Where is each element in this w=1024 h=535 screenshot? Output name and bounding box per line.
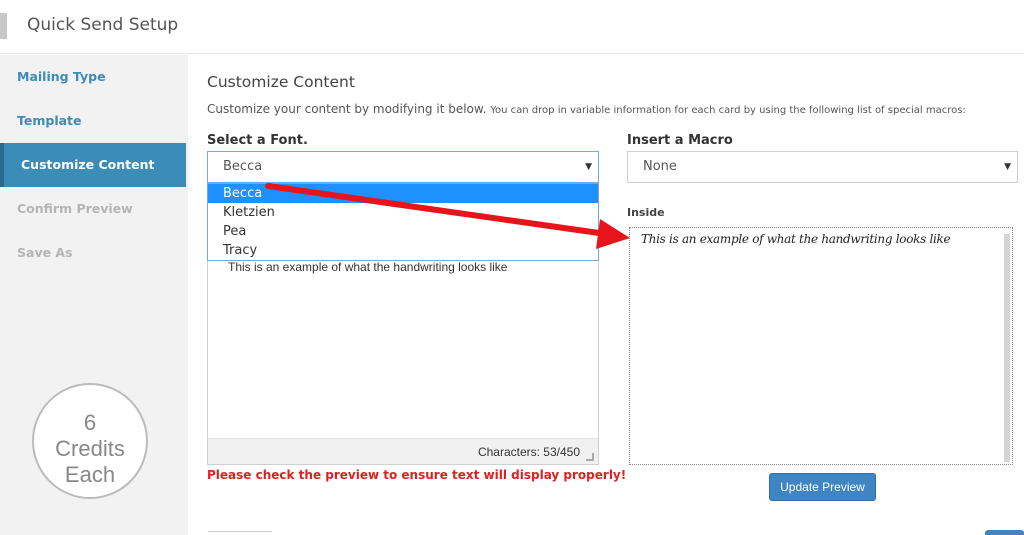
sidebar-item-template[interactable]: Template — [0, 99, 186, 143]
sidebar-item-mailing-type[interactable]: Mailing Type — [0, 55, 186, 99]
credits-label: Credits — [55, 436, 125, 461]
content-text: This is an example of what the handwriti… — [228, 260, 508, 274]
preview-scrollbar[interactable] — [1004, 234, 1010, 462]
font-option-kletzien[interactable]: Kletzien — [208, 203, 598, 222]
font-dropdown-list: Becca Kletzien Pea Tracy — [207, 183, 599, 261]
arrow-head — [596, 219, 630, 249]
font-option-becca[interactable]: Becca — [208, 184, 598, 203]
caret-down-icon: ▼ — [1004, 162, 1011, 172]
header-accent — [0, 13, 7, 39]
section-title: Customize Content — [207, 73, 355, 91]
font-select-value: Becca — [223, 159, 263, 174]
font-select[interactable]: Becca ▼ — [207, 151, 599, 183]
update-preview-button[interactable]: Update Preview — [769, 473, 876, 501]
font-option-pea[interactable]: Pea — [208, 222, 598, 241]
description-main: Customize your content by modifying it b… — [207, 102, 487, 116]
credits-badge: 6 Credits Each — [32, 383, 148, 499]
character-count: Characters: 53/450 — [477, 445, 580, 459]
section-description: Customize your content by modifying it b… — [207, 102, 966, 116]
character-counter-bar: Characters: 53/450 — [207, 438, 599, 465]
warning-text: Please check the preview to ensure text … — [207, 468, 627, 482]
inside-preview: This is an example of what the handwriti… — [629, 227, 1013, 465]
content-textarea[interactable]: This is an example of what the handwriti… — [207, 258, 599, 465]
font-option-tracy[interactable]: Tracy — [208, 241, 598, 260]
resize-grip-icon[interactable] — [586, 453, 594, 461]
top-bar: Quick Send Setup — [0, 0, 1024, 54]
sidebar: Mailing Type Template Customize Content … — [0, 55, 188, 535]
sidebar-item-customize-content[interactable]: Customize Content — [0, 143, 186, 187]
macro-label: Insert a Macro — [627, 133, 733, 148]
credits-number: 6 — [83, 410, 97, 435]
bottom-right-button[interactable] — [985, 530, 1024, 535]
caret-down-icon: ▼ — [585, 162, 592, 172]
macro-select[interactable]: None ▼ — [627, 151, 1018, 183]
macro-select-value: None — [643, 159, 677, 174]
handwriting-preview-text: This is an example of what the handwriti… — [641, 232, 951, 246]
preview-label: Inside — [627, 206, 665, 219]
credits-each: Each — [64, 462, 116, 487]
description-macros: You can drop in variable information for… — [490, 105, 966, 116]
page-title: Quick Send Setup — [27, 15, 179, 35]
sidebar-item-confirm-preview: Confirm Preview — [17, 201, 133, 216]
sidebar-item-save-as: Save As — [17, 245, 73, 260]
font-label: Select a Font. — [207, 133, 308, 148]
bottom-edge-element — [208, 531, 272, 535]
